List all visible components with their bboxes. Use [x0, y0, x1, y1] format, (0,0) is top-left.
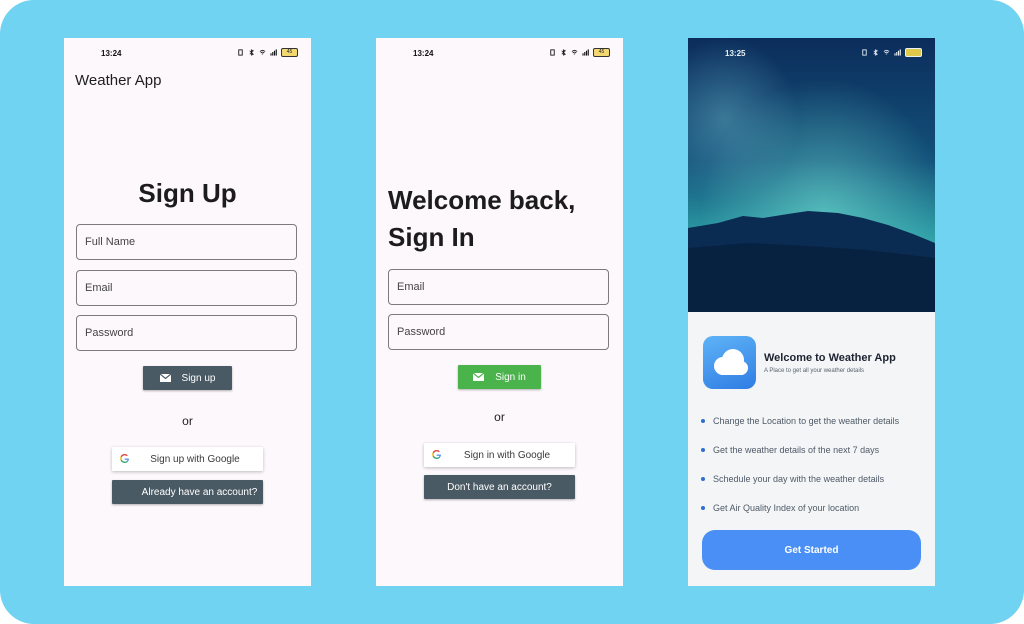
- bullet-icon: [701, 506, 705, 510]
- battery-icon: 45: [593, 48, 610, 57]
- status-time: 13:24: [413, 49, 434, 58]
- dont-have-account-button[interactable]: Don't have an account?: [424, 475, 575, 499]
- feature-item: Get the weather details of the next 7 da…: [701, 445, 879, 455]
- battery-icon: [905, 48, 922, 57]
- sign-up-label: Sign up: [181, 372, 216, 384]
- feature-text: Get Air Quality Index of your location: [713, 503, 860, 513]
- wifi-icon: [571, 49, 578, 55]
- bullet-icon: [701, 419, 705, 423]
- page-title: Welcome back, Sign In: [388, 182, 575, 256]
- app-bar-title: Weather App: [75, 72, 162, 89]
- google-sign-up-label: Sign up with Google: [150, 453, 240, 465]
- signal-icon: [582, 49, 589, 56]
- bullet-icon: [701, 448, 705, 452]
- vibrate-icon: [238, 49, 243, 56]
- status-bar: 13:24 45: [376, 38, 623, 68]
- sign-up-button[interactable]: Sign up: [143, 366, 232, 390]
- signin-screen: 13:24 45 Welcome back, Sign In Email Pas…: [376, 38, 623, 586]
- mail-icon: [473, 373, 485, 381]
- hero-landscape-image: [688, 38, 935, 312]
- welcome-title: Welcome to Weather App: [764, 352, 896, 364]
- dont-have-account-label: Don't have an account?: [447, 481, 552, 493]
- feature-text: Get the weather details of the next 7 da…: [713, 445, 880, 455]
- or-divider: or: [182, 414, 193, 428]
- password-field[interactable]: Password: [388, 314, 609, 350]
- bluetooth-icon: [873, 49, 878, 56]
- mail-icon: [159, 374, 171, 382]
- wifi-icon: [883, 49, 890, 55]
- or-divider: or: [494, 410, 505, 424]
- app-logo: [703, 336, 756, 389]
- status-bar: 13:24 45: [64, 38, 311, 68]
- background-canvas: 13:24 45 Weather App Sign Up Full Name E…: [0, 0, 1024, 624]
- bluetooth-icon: [249, 49, 254, 56]
- google-sign-up-button[interactable]: Sign up with Google: [112, 447, 263, 471]
- google-sign-in-button[interactable]: Sign in with Google: [424, 443, 575, 467]
- status-icons: 45: [237, 48, 298, 57]
- page-title-line1: Welcome back,: [388, 185, 576, 215]
- welcome-subtitle: A Place to get all your weather details: [764, 368, 865, 374]
- feature-text: Change the Location to get the weather d…: [713, 416, 900, 426]
- bullet-icon: [701, 477, 705, 481]
- signal-icon: [270, 49, 277, 56]
- wifi-icon: [259, 49, 266, 55]
- email-field[interactable]: Email: [388, 269, 609, 305]
- welcome-screen: 13:25 Welcome to Weather App A Place to …: [688, 38, 935, 586]
- get-started-button[interactable]: Get Started: [702, 530, 921, 570]
- cloud-icon: [714, 349, 748, 375]
- google-icon: [120, 454, 129, 463]
- status-time: 13:25: [725, 49, 746, 58]
- feature-text: Schedule your day with the weather detai…: [713, 474, 885, 484]
- status-icons: [861, 48, 922, 57]
- feature-item: Get Air Quality Index of your location: [701, 503, 859, 513]
- status-bar: 13:25: [688, 38, 935, 68]
- sign-in-label: Sign in: [495, 371, 526, 383]
- feature-item: Change the Location to get the weather d…: [701, 416, 899, 426]
- email-field[interactable]: Email: [76, 270, 297, 306]
- status-time: 13:24: [101, 49, 122, 58]
- status-icons: 45: [549, 48, 610, 57]
- sign-in-button[interactable]: Sign in: [458, 365, 541, 389]
- google-icon: [432, 450, 441, 459]
- bluetooth-icon: [561, 49, 566, 56]
- vibrate-icon: [862, 49, 867, 56]
- signup-screen: 13:24 45 Weather App Sign Up Full Name E…: [64, 38, 311, 586]
- already-have-account-label: Already have an account?: [141, 486, 258, 498]
- already-have-account-button[interactable]: Already have an account?: [112, 480, 263, 504]
- full-name-field[interactable]: Full Name: [76, 224, 297, 260]
- google-sign-in-label: Sign in with Google: [463, 449, 551, 461]
- page-title-line2: Sign In: [388, 222, 475, 252]
- signal-icon: [894, 49, 901, 56]
- vibrate-icon: [550, 49, 555, 56]
- page-title: Sign Up: [138, 178, 237, 208]
- feature-item: Schedule your day with the weather detai…: [701, 474, 884, 484]
- password-field[interactable]: Password: [76, 315, 297, 351]
- battery-icon: 45: [281, 48, 298, 57]
